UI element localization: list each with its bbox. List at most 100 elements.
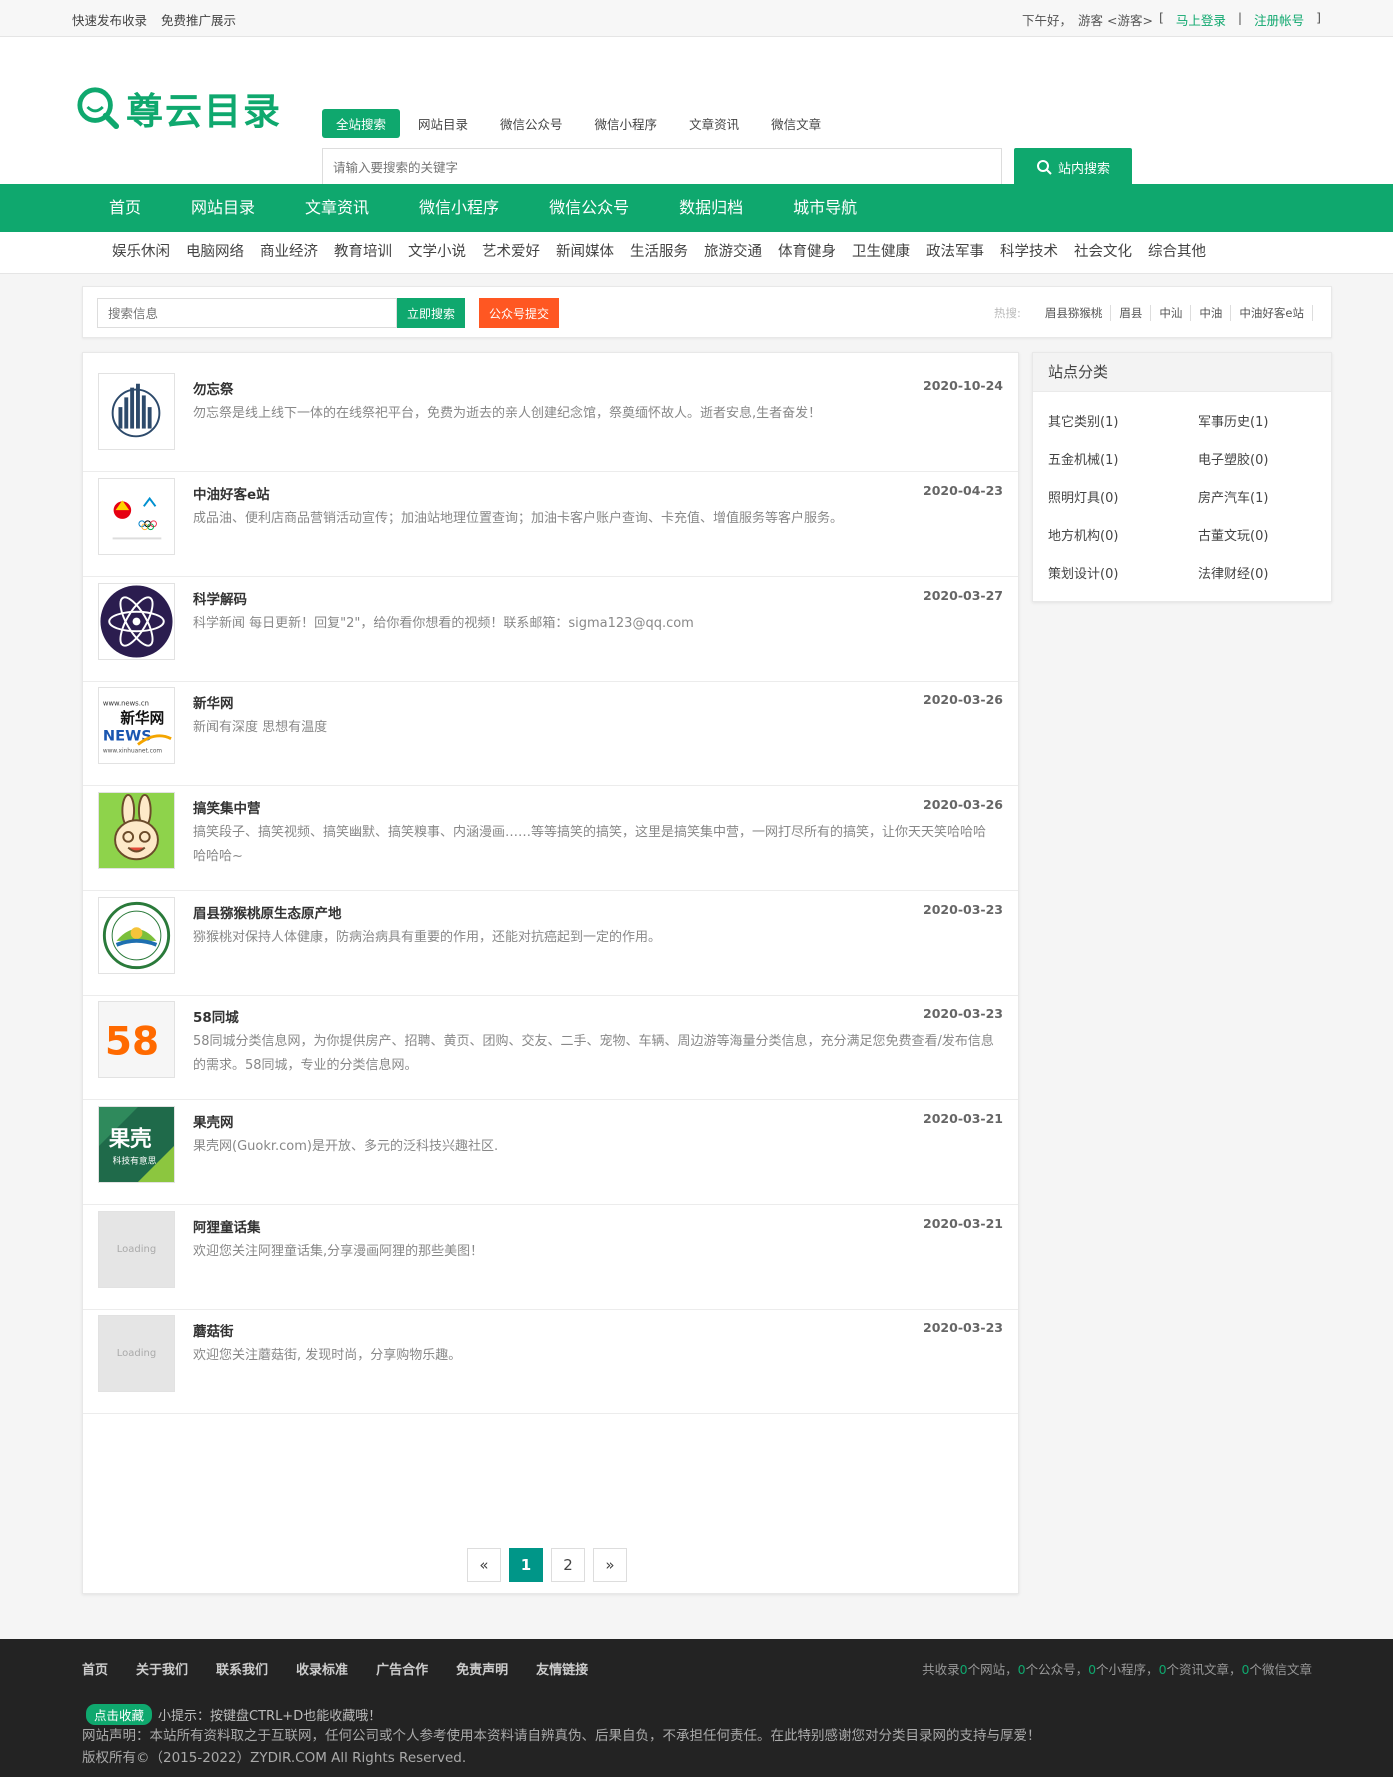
- list-item[interactable]: 中油好客e站 2020-04-23 成品油、便利店商品营销活动宣传；加油站地理位…: [83, 458, 1018, 577]
- site-logo[interactable]: 尊云目录: [76, 81, 282, 135]
- site-thumbnail[interactable]: [98, 897, 175, 974]
- hot-keyword[interactable]: 中汕: [1151, 305, 1192, 321]
- footer-link[interactable]: 收录标准: [296, 1659, 348, 1678]
- site-search-button[interactable]: 站内搜索: [1014, 148, 1132, 186]
- category-link[interactable]: 新闻媒体: [556, 232, 614, 273]
- item-title[interactable]: 中油好客e站: [193, 483, 270, 503]
- nav-mini-program[interactable]: 微信小程序: [394, 184, 524, 232]
- category-link[interactable]: 商业经济: [260, 232, 318, 273]
- prev-page-button[interactable]: «: [467, 1548, 501, 1582]
- category-link[interactable]: 艺术爱好: [482, 232, 540, 273]
- site-thumbnail[interactable]: [98, 583, 175, 660]
- list-item[interactable]: Loading 阿狸童话集 2020-03-21 欢迎您关注阿狸童话集,分享漫画…: [83, 1191, 1018, 1310]
- category-link[interactable]: 文学小说: [408, 232, 466, 273]
- footer-link[interactable]: 友情链接: [536, 1659, 588, 1678]
- tab-wechat-oa[interactable]: 微信公众号: [486, 109, 577, 138]
- item-title[interactable]: 58同城: [193, 1006, 239, 1026]
- category-link[interactable]: 教育培训: [334, 232, 392, 273]
- info-search-input[interactable]: [97, 298, 397, 328]
- tab-articles[interactable]: 文章资讯: [675, 109, 753, 138]
- sidebar-category[interactable]: 古董文玩(0): [1198, 518, 1348, 556]
- item-title[interactable]: 勿忘祭: [193, 378, 234, 398]
- list-item[interactable]: 搞笑集中营 2020-03-26 搞笑段子、搞笑视频、搞笑幽默、搞笑糗事、内涵漫…: [83, 772, 1018, 891]
- sidebar-category[interactable]: 电子塑胶(0): [1198, 442, 1348, 480]
- item-title[interactable]: 阿狸童话集: [193, 1216, 261, 1236]
- list-item[interactable]: 58 58同城 2020-03-23 58同城分类信息网，为你提供房产、招聘、黄…: [83, 981, 1018, 1100]
- category-link[interactable]: 卫生健康: [852, 232, 910, 273]
- sidebar-category[interactable]: 法律财经(0): [1198, 556, 1348, 594]
- register-link[interactable]: 注册帐号: [1254, 10, 1304, 29]
- list-item[interactable]: 果壳 科技有意思 果壳网 2020-03-21 果壳网(Guokr.com)是开…: [83, 1086, 1018, 1205]
- list-item[interactable]: Loading 蘑菇街 2020-03-23 欢迎您关注蘑菇街, 发现时尚，分享…: [83, 1295, 1018, 1414]
- tab-wechat-mp[interactable]: 微信小程序: [581, 109, 672, 138]
- item-title[interactable]: 眉县猕猴桃原生态原产地: [193, 902, 342, 922]
- footer-link[interactable]: 广告合作: [376, 1659, 428, 1678]
- sidebar-category[interactable]: 策划设计(0): [1048, 556, 1198, 594]
- nav-city[interactable]: 城市导航: [768, 184, 882, 232]
- category-link[interactable]: 科学技术: [1000, 232, 1058, 273]
- sidebar-category[interactable]: 地方机构(0): [1048, 518, 1198, 556]
- login-link[interactable]: 马上登录: [1176, 10, 1226, 29]
- item-description: 58同城分类信息网，为你提供房产、招聘、黄页、团购、交友、二手、宠物、车辆、周边…: [193, 1034, 994, 1073]
- footer-link[interactable]: 关于我们: [136, 1659, 188, 1678]
- footer-link[interactable]: 免责声明: [456, 1659, 508, 1678]
- instant-search-button[interactable]: 立即搜索: [397, 298, 465, 328]
- nav-directory[interactable]: 网站目录: [166, 184, 280, 232]
- tab-all[interactable]: 全站搜索: [322, 109, 401, 138]
- nav-archive[interactable]: 数据归档: [654, 184, 768, 232]
- list-item[interactable]: 科学解码 2020-03-27 科学新闻 每日更新！回复"2"，给你看你想看的视…: [83, 563, 1018, 682]
- category-link[interactable]: 生活服务: [630, 232, 688, 273]
- submit-account-button[interactable]: 公众号提交: [479, 298, 559, 328]
- site-thumbnail[interactable]: [98, 478, 175, 555]
- item-title[interactable]: 蘑菇街: [193, 1320, 234, 1340]
- item-date: 2020-03-27: [923, 588, 1003, 603]
- category-link[interactable]: 政法军事: [926, 232, 984, 273]
- item-description: 猕猴桃对保持人体健康，防病治病具有重要的作用，还能对抗癌起到一定的作用。: [193, 930, 662, 945]
- quick-submit-link[interactable]: 快速发布收录: [72, 10, 147, 29]
- page-button[interactable]: 2: [551, 1548, 585, 1582]
- site-thumbnail[interactable]: [98, 373, 175, 450]
- sidebar-category[interactable]: 军事历史(1): [1198, 404, 1348, 442]
- sidebar-category[interactable]: 房产汽车(1): [1198, 480, 1348, 518]
- sidebar-category[interactable]: 照明灯具(0): [1048, 480, 1198, 518]
- sidebar-category[interactable]: 五金机械(1): [1048, 442, 1198, 480]
- hot-keyword[interactable]: 眉县: [1111, 305, 1152, 321]
- category-link[interactable]: 综合其他: [1148, 232, 1206, 273]
- site-thumbnail[interactable]: 果壳 科技有意思: [98, 1106, 175, 1183]
- hot-keyword[interactable]: 中油好客e站: [1231, 305, 1313, 321]
- list-item[interactable]: 勿忘祭 2020-10-24 勿忘祭是线上线下一体的在线祭祀平台，免费为逝去的亲…: [83, 353, 1018, 472]
- list-item[interactable]: www.news.cn 新华网 NEWS www.xinhuanet.com 新…: [83, 667, 1018, 786]
- search-input[interactable]: [322, 148, 1002, 186]
- sidebar-category-grid: 其它类别(1) 军事历史(1) 五金机械(1) 电子塑胶(0) 照明灯具(0) …: [1033, 392, 1331, 594]
- site-thumbnail[interactable]: www.news.cn 新华网 NEWS www.xinhuanet.com: [98, 687, 175, 764]
- sidebar-category[interactable]: 其它类别(1): [1048, 404, 1198, 442]
- site-thumbnail[interactable]: Loading: [98, 1315, 175, 1392]
- bookmark-button[interactable]: 点击收藏: [86, 1704, 153, 1725]
- tab-sites[interactable]: 网站目录: [404, 109, 482, 138]
- free-promo-link[interactable]: 免费推广展示: [161, 10, 236, 29]
- nav-articles[interactable]: 文章资讯: [280, 184, 394, 232]
- item-title[interactable]: 新华网: [193, 692, 234, 712]
- list-item[interactable]: 眉县猕猴桃原生态原产地 2020-03-23 猕猴桃对保持人体健康，防病治病具有…: [83, 877, 1018, 996]
- category-link[interactable]: 电脑网络: [186, 232, 244, 273]
- category-link[interactable]: 社会文化: [1074, 232, 1132, 273]
- site-thumbnail[interactable]: [98, 792, 175, 869]
- hot-keyword[interactable]: 中油: [1191, 305, 1232, 321]
- item-title[interactable]: 果壳网: [193, 1111, 234, 1131]
- tab-wechat-articles[interactable]: 微信文章: [757, 109, 835, 138]
- page-button[interactable]: 1: [509, 1548, 543, 1582]
- item-title[interactable]: 搞笑集中营: [193, 797, 261, 817]
- nav-home[interactable]: 首页: [84, 184, 166, 232]
- building-logo-icon: [111, 383, 161, 438]
- site-thumbnail[interactable]: Loading: [98, 1211, 175, 1288]
- site-thumbnail[interactable]: 58: [98, 1001, 175, 1078]
- footer-link[interactable]: 首页: [82, 1659, 108, 1678]
- category-link[interactable]: 旅游交通: [704, 232, 762, 273]
- item-title[interactable]: 科学解码: [193, 588, 247, 608]
- hot-keyword[interactable]: 眉县猕猴桃: [1037, 305, 1112, 321]
- category-link[interactable]: 娱乐休闲: [112, 232, 170, 273]
- category-link[interactable]: 体育健身: [778, 232, 836, 273]
- footer-link[interactable]: 联系我们: [216, 1659, 268, 1678]
- next-page-button[interactable]: »: [593, 1548, 627, 1582]
- nav-official-account[interactable]: 微信公众号: [524, 184, 654, 232]
